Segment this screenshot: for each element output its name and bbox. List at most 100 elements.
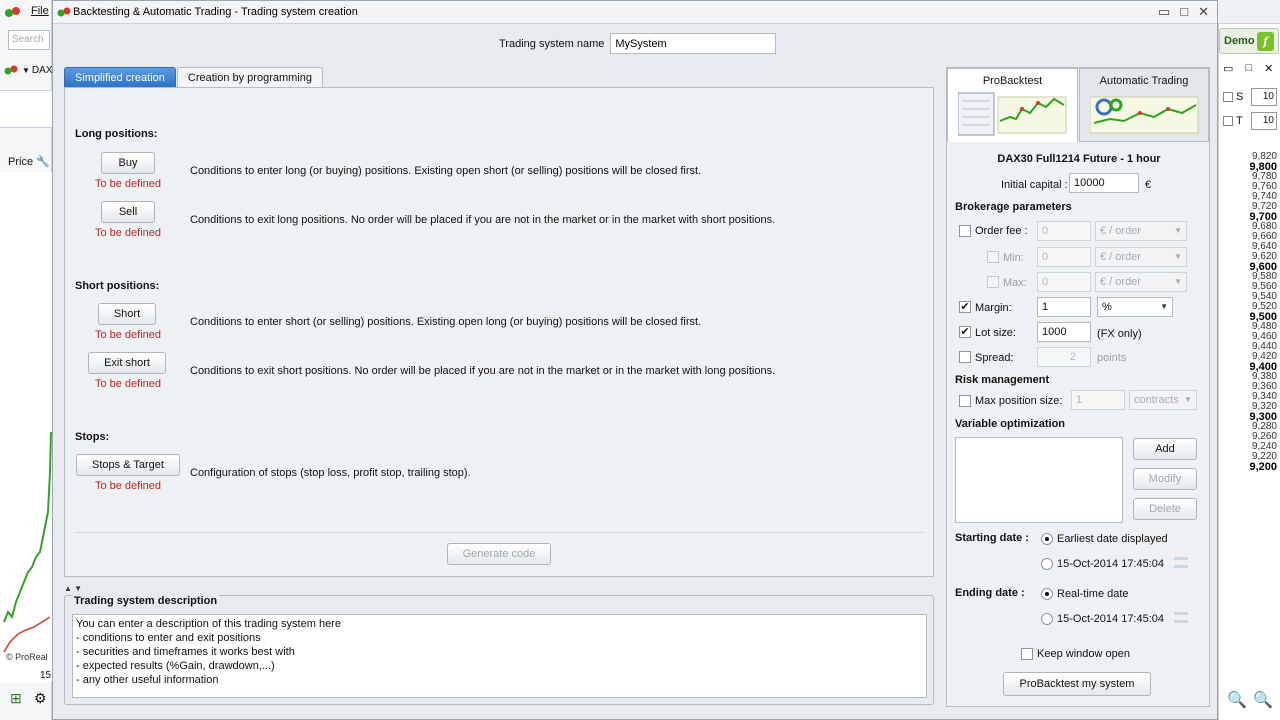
buy-description: Conditions to enter long (or buying) pos… [190,165,702,177]
max-unit-select[interactable]: € / order ▼ [1095,272,1187,292]
max-input[interactable]: 0 [1037,272,1091,292]
app-logo-icon [57,6,73,21]
variable-list[interactable] [955,437,1123,523]
keep-window-open-checkbox[interactable] [1021,648,1033,660]
short-button[interactable]: Short [98,303,156,325]
description-title: Trading system description [72,595,220,607]
separator [75,532,923,533]
backtest-settings-panel: ProBacktest Automatic Trading DAX30 Full… [946,67,1210,707]
maximize-icon[interactable]: □ [1180,4,1188,20]
delete-variable-button[interactable]: Delete [1133,498,1197,520]
end-realtime-radio[interactable] [1041,588,1053,600]
maximize-icon[interactable]: □ [1245,62,1252,75]
spread-label: Spread: [975,352,1014,364]
generate-code-button[interactable]: Generate code [447,543,551,565]
close-icon[interactable]: ✕ [1198,4,1209,20]
probacktest-chart-icon [958,92,1067,136]
mini-checkbox[interactable] [1223,116,1233,126]
start-earliest-label: Earliest date displayed [1057,533,1168,545]
min-label: Min: [1003,252,1024,264]
max-position-input[interactable]: 1 [1071,390,1125,410]
close-icon[interactable]: ✕ [1264,62,1273,75]
splitter-arrows-icon[interactable]: ▲ ▼ [64,584,82,593]
menu-file[interactable]: File [31,5,49,17]
margin-unit-select[interactable]: % ▼ [1097,297,1173,317]
exit-short-button[interactable]: Exit short [88,352,166,374]
add-variable-button[interactable]: Add [1133,438,1197,460]
lot-size-checkbox[interactable]: ✔ [959,326,971,338]
start-date-radio[interactable] [1041,558,1053,570]
margin-input[interactable]: 1 [1037,297,1091,317]
short-positions-heading: Short positions: [75,280,160,292]
demo-label: Demo [1224,35,1255,47]
chevron-down-icon: ▼ [1174,252,1182,261]
margin-checkbox[interactable]: ✔ [959,301,971,313]
buy-button[interactable]: Buy [101,152,155,174]
lot-size-input[interactable]: 1000 [1037,322,1091,342]
panel-splitter[interactable]: ▲ ▼ [64,582,934,593]
spread-input[interactable]: 2 [1037,347,1091,367]
min-input[interactable]: 0 [1037,247,1091,267]
end-date-radio[interactable] [1041,613,1053,625]
chevron-down-icon: ▼ [1160,302,1168,311]
settings-icon[interactable]: ⚙ [34,690,47,707]
mini-field-value[interactable]: 10 [1251,88,1277,106]
modify-variable-button[interactable]: Modify [1133,468,1197,490]
min-checkbox[interactable] [987,251,999,263]
system-name-row: Trading system name [499,33,777,54]
min-unit-select[interactable]: € / order ▼ [1095,247,1187,267]
stops-target-button[interactable]: Stops & Target [76,454,180,476]
spread-checkbox[interactable] [959,351,971,363]
search-input[interactable]: Search [8,30,50,50]
automatic-trading-icon [1090,96,1199,134]
order-fee-checkbox[interactable] [959,225,971,237]
description-textarea[interactable]: You can enter a description of this trad… [72,614,927,698]
demo-badge[interactable]: Demo f [1219,28,1279,54]
tab-probacktest[interactable]: ProBacktest [947,68,1078,142]
lot-size-note: (FX only) [1097,328,1142,340]
mini-inputs: S 10 T 10 [1223,86,1277,134]
chart-header-area [0,90,52,128]
tab-automatic-trading-label: Automatic Trading [1099,75,1189,87]
minimize-icon[interactable]: ▭ [1158,4,1170,20]
order-fee-input[interactable]: 0 [1037,221,1091,241]
mini-field: T 10 [1223,110,1277,132]
lot-size-label: Lot size: [975,327,1016,339]
tab-automatic-trading[interactable]: Automatic Trading [1079,68,1209,142]
instrument-selector[interactable]: ▼ DAX [4,64,52,76]
system-name-label: Trading system name [499,37,605,50]
dialog-titlebar: Backtesting & Automatic Trading - Tradin… [53,1,1217,24]
max-position-unit-select[interactable]: contracts ▼ [1129,390,1197,410]
wrench-icon[interactable]: 🔧 [36,155,50,168]
mini-field-value[interactable]: 10 [1251,112,1277,130]
initial-capital-input[interactable]: 10000 [1069,173,1139,193]
start-date-spinner[interactable] [1171,553,1191,573]
order-fee-unit-select[interactable]: € / order ▼ [1095,221,1187,241]
probacktest-my-system-button[interactable]: ProBacktest my system [1003,672,1151,696]
price-axis-label: Price 🔧 [8,155,50,169]
ending-date-label: Ending date : [955,587,1025,599]
tab-creation-by-programming[interactable]: Creation by programming [176,67,323,87]
mini-checkbox[interactable] [1223,92,1233,102]
long-positions-heading: Long positions: [75,128,158,140]
simplified-creation-panel: Long positions: Buy To be defined Condit… [64,87,934,577]
add-chart-icon[interactable]: ⊞ [10,690,22,707]
spread-unit: points [1097,352,1127,364]
stops-description: Configuration of stops (stop loss, profi… [190,467,471,479]
description-line: - any other useful information [76,674,219,686]
exit-short-description: Conditions to exit short positions. No o… [190,365,776,377]
tab-simplified-creation[interactable]: Simplified creation [64,67,176,87]
app-logo-icon [4,65,18,75]
minimize-icon[interactable]: ▭ [1223,62,1233,75]
system-name-input[interactable] [610,33,777,54]
max-position-checkbox[interactable] [959,395,971,407]
sell-button[interactable]: Sell [101,201,155,223]
zoom-in-icon[interactable]: 🔍 [1253,690,1273,710]
creation-tabs: Simplified creation Creation by programm… [64,67,324,87]
max-checkbox[interactable] [987,276,999,288]
end-date-spinner[interactable] [1171,608,1191,628]
start-earliest-radio[interactable] [1041,533,1053,545]
dialog-title: Backtesting & Automatic Trading - Tradin… [73,6,358,18]
zoom-out-icon[interactable]: 🔍 [1227,690,1247,710]
risk-heading: Risk management [955,374,1050,386]
